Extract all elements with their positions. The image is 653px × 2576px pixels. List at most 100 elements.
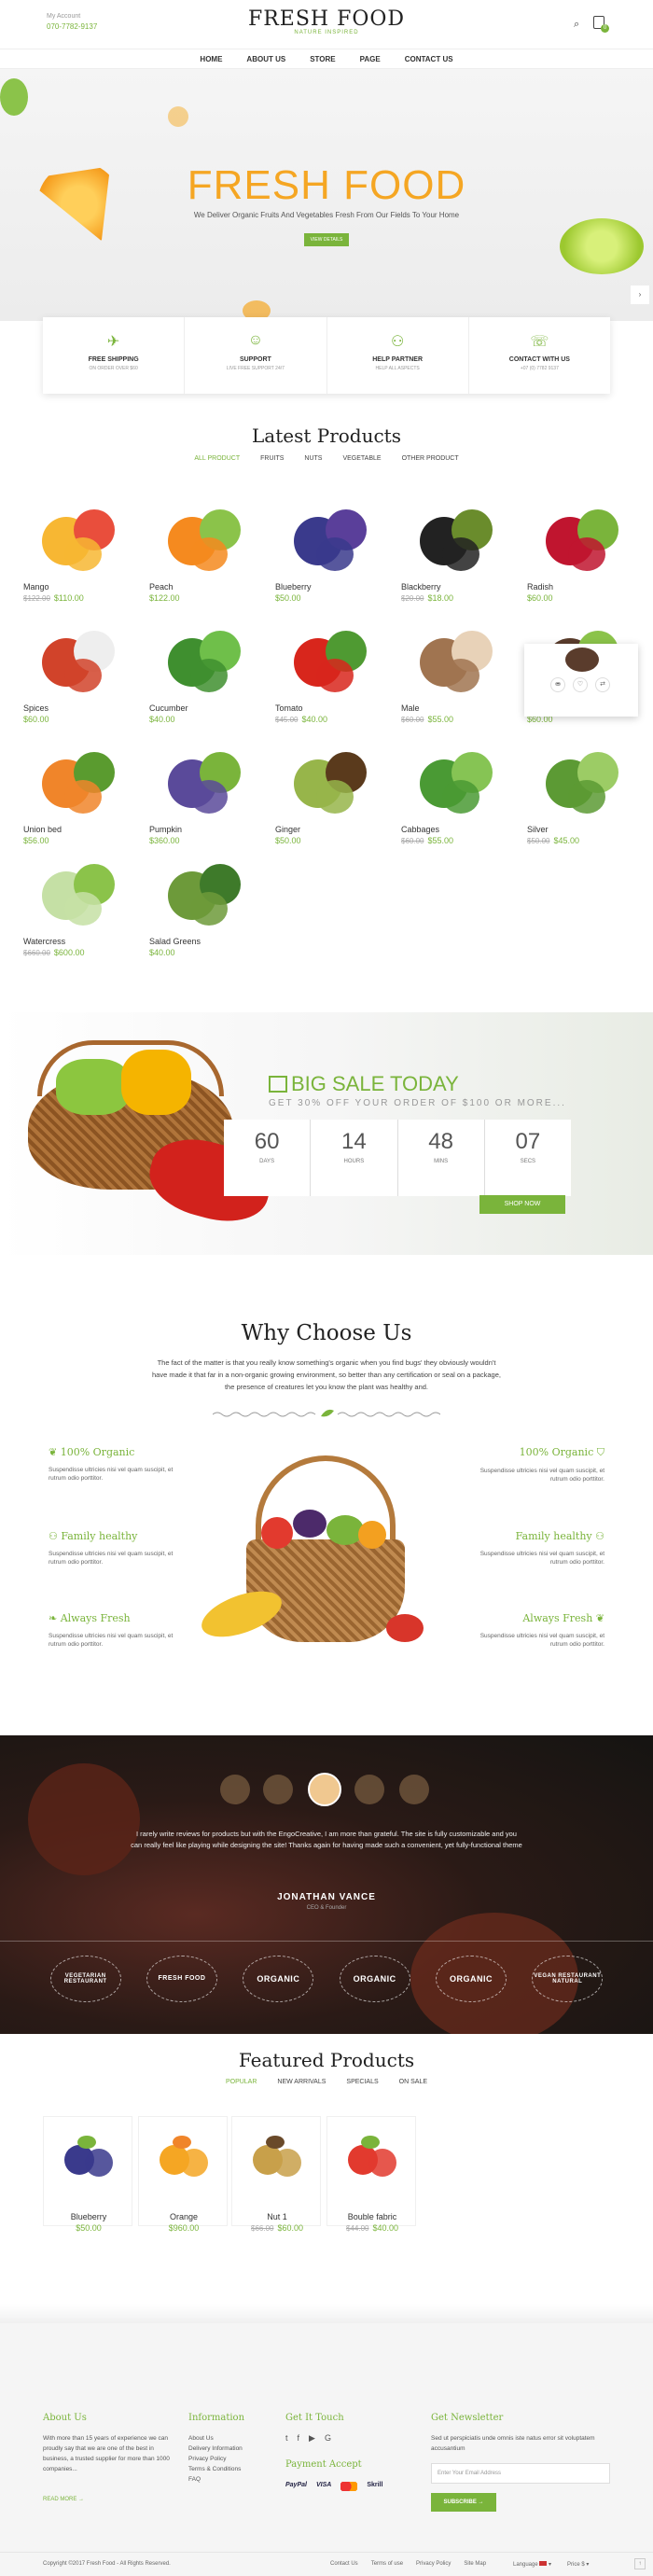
tab-specials[interactable]: SPECIALS <box>346 2079 378 2085</box>
product-image[interactable] <box>536 746 630 821</box>
nav-page[interactable]: PAGE <box>360 55 381 63</box>
tab-other-product[interactable]: OTHER PRODUCT <box>402 455 459 462</box>
product-name[interactable]: Tomato <box>275 703 303 713</box>
featured-product-card[interactable]: Orange $960.00 <box>138 2116 229 2233</box>
bottom-link[interactable]: Site Map <box>464 2561 486 2567</box>
footer-link[interactable]: Delivery Information <box>188 2444 243 2454</box>
product-name[interactable]: Ginger <box>275 825 300 834</box>
footer-link[interactable]: FAQ <box>188 2474 243 2485</box>
tab-nuts[interactable]: NUTS <box>304 455 322 462</box>
product-card[interactable]: Salad Greens $40.00 <box>149 858 252 970</box>
tab-popular[interactable]: POPULAR <box>226 2079 257 2085</box>
product-image[interactable] <box>156 2132 212 2188</box>
product-card[interactable]: Watercress $660.00 $600.00 <box>23 858 126 970</box>
brand-logo[interactable]: VEGAN RESTAURANT NATURAL <box>532 1955 604 2002</box>
product-name[interactable]: Cabbages <box>401 825 439 834</box>
product-card[interactable]: Tomato $45.00 $40.00 <box>275 625 378 737</box>
product-name[interactable]: Cucumber <box>149 703 188 713</box>
avatar[interactable] <box>220 1775 250 1804</box>
product-image[interactable] <box>33 625 126 700</box>
product-hover-card[interactable]: ⛂ ♡ ⇄ <box>524 644 638 717</box>
product-name[interactable]: Union bed <box>23 825 62 834</box>
product-card[interactable]: Blackberry $20.00 $18.00 <box>401 504 504 616</box>
nav-home[interactable]: HOME <box>200 55 222 63</box>
tab-fruits[interactable]: FRUITS <box>260 455 284 462</box>
footer-link[interactable]: Privacy Policy <box>188 2454 243 2464</box>
brand-logo[interactable]: FRESH FOOD <box>146 1955 217 2002</box>
product-card[interactable]: Union bed $56.00 <box>23 746 126 858</box>
language-select[interactable]: Language ▾ <box>513 2561 551 2568</box>
product-name[interactable]: Mango <box>23 582 49 592</box>
product-name[interactable]: Blueberry <box>44 2212 133 2221</box>
google-icon[interactable]: G <box>325 2433 340 2443</box>
footer-link[interactable]: Terms & Conditions <box>188 2464 243 2474</box>
product-image[interactable] <box>285 625 378 700</box>
scroll-top-arrow-icon[interactable]: ↑ <box>634 2558 646 2569</box>
product-image[interactable] <box>285 746 378 821</box>
product-name[interactable]: Pumpkin <box>149 825 182 834</box>
product-card[interactable]: Male $60.00 $55.00 <box>401 625 504 737</box>
product-card[interactable]: Mango $122.00 $110.00 <box>23 504 126 616</box>
logo[interactable]: FRESH FOOD <box>0 7 653 31</box>
brand-logo[interactable]: ORGANIC <box>243 1955 314 2002</box>
product-image[interactable] <box>159 858 252 933</box>
product-name[interactable]: Peach <box>149 582 174 592</box>
product-name[interactable]: Salad Greens <box>149 937 201 946</box>
avatar[interactable] <box>354 1775 384 1804</box>
product-card[interactable]: Radish $60.00 <box>527 504 630 616</box>
product-name[interactable]: Radish <box>527 582 553 592</box>
product-name[interactable]: Blackberry <box>401 582 441 592</box>
product-name[interactable]: Spices <box>23 703 49 713</box>
price-select[interactable]: Price $ ▾ <box>567 2561 589 2568</box>
youtube-icon[interactable]: ▶ <box>309 2433 325 2443</box>
product-card[interactable]: Spices $60.00 <box>23 625 126 737</box>
product-card[interactable]: Pumpkin $360.00 <box>149 746 252 858</box>
bottom-link[interactable]: Contact Us <box>330 2561 358 2567</box>
product-name[interactable]: Orange <box>139 2212 229 2221</box>
product-image[interactable] <box>344 2132 400 2188</box>
product-name[interactable]: Male <box>401 703 420 713</box>
tab-on-sale[interactable]: ON SALE <box>399 2079 427 2085</box>
nav-store[interactable]: STORE <box>310 55 335 63</box>
product-image[interactable] <box>33 858 126 933</box>
nav-contact[interactable]: CONTACT US <box>405 55 453 63</box>
tab-vegetable[interactable]: VEGETABLE <box>342 455 381 462</box>
brand-logo[interactable]: ORGANIC <box>339 1955 410 2002</box>
product-card[interactable]: Blueberry $50.00 <box>275 504 378 616</box>
product-name[interactable]: Blueberry <box>275 582 312 592</box>
newsletter-email-input[interactable]: Enter Your Email Address <box>431 2463 610 2484</box>
product-card[interactable]: Ginger $50.00 <box>275 746 378 858</box>
nav-about[interactable]: ABOUT US <box>246 55 285 63</box>
facebook-icon[interactable]: f <box>298 2433 310 2443</box>
featured-product-card[interactable]: Bouble fabric $44.00 $40.00 <box>326 2116 417 2233</box>
avatar[interactable] <box>399 1775 429 1804</box>
product-name[interactable]: Bouble fabric <box>327 2212 417 2221</box>
product-name[interactable]: Nut 1 <box>232 2212 322 2221</box>
add-to-cart-icon[interactable]: ⛂ <box>550 677 565 692</box>
product-name[interactable]: Watercress <box>23 937 65 946</box>
bottom-link[interactable]: Privacy Policy <box>416 2561 451 2567</box>
subscribe-button[interactable]: SUBSCRIBE → <box>431 2493 496 2512</box>
product-image[interactable] <box>410 504 504 578</box>
search-icon[interactable]: ⌕ <box>574 19 579 31</box>
product-card[interactable]: Peach $122.00 <box>149 504 252 616</box>
product-image[interactable] <box>33 746 126 821</box>
product-image[interactable] <box>536 504 630 578</box>
avatar[interactable] <box>263 1775 293 1804</box>
product-image[interactable] <box>61 2132 117 2188</box>
tab-new-arrivals[interactable]: NEW ARRIVALS <box>277 2079 326 2085</box>
brand-logo[interactable]: VEGETARIAN RESTAURANT <box>49 1955 121 2002</box>
shop-now-button[interactable]: SHOP NOW <box>479 1195 565 1214</box>
tab-all-product[interactable]: ALL PRODUCT <box>194 455 240 462</box>
view-details-button[interactable]: VIEW DETAILS <box>304 233 349 246</box>
product-card[interactable]: Cabbages $60.00 $55.00 <box>401 746 504 858</box>
bottom-link[interactable]: Terms of use <box>371 2561 403 2567</box>
avatar-active[interactable] <box>308 1773 341 1806</box>
product-image[interactable] <box>159 625 252 700</box>
product-card[interactable]: Cucumber $40.00 <box>149 625 252 737</box>
product-image[interactable] <box>159 504 252 578</box>
slider-next-arrow[interactable]: › <box>631 285 649 304</box>
wishlist-heart-icon[interactable]: ♡ <box>573 677 588 692</box>
product-image[interactable] <box>410 746 504 821</box>
product-image[interactable] <box>159 746 252 821</box>
